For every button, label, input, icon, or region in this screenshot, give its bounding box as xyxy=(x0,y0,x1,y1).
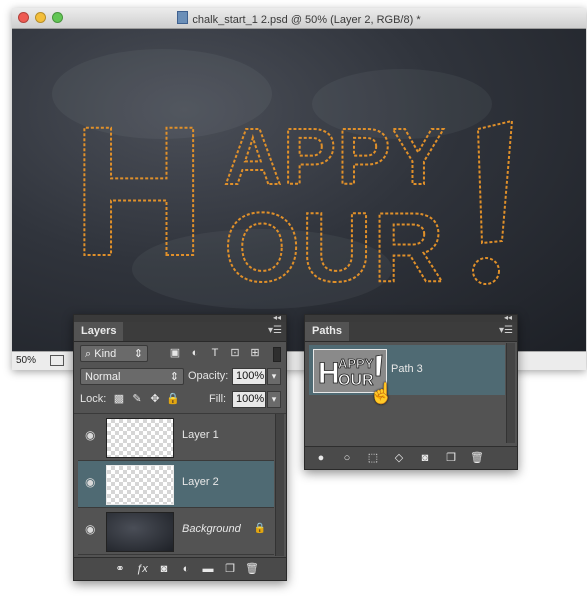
chalk-artwork: H APPY OUR xyxy=(71,88,514,303)
artwork-line2: OUR xyxy=(224,192,445,302)
path-list: H APPY OUR Path 3 ☝ xyxy=(305,343,517,443)
shape-filter-icon[interactable]: ⊡ xyxy=(228,346,242,360)
layers-panel: ◂◂ Layers ▾☰ ⌕ Kind ⇕ ▣ ◐ T ⊡ ⊞ Normal ⇕… xyxy=(73,313,287,581)
fill-path-icon[interactable]: ● xyxy=(313,451,329,465)
visibility-eye-icon[interactable]: ◉ xyxy=(85,476,97,488)
layers-panel-header: Layers ▾☰ xyxy=(74,322,286,342)
document-titlebar: chalk_start_1 2.psd @ 50% (Layer 2, RGB/… xyxy=(12,8,586,29)
hand-cursor-icon: ☝ xyxy=(369,383,394,405)
filter-kind-value: Kind xyxy=(94,348,117,360)
add-mask-icon[interactable]: ◙ xyxy=(156,562,172,576)
search-icon: ⌕ xyxy=(85,348,92,360)
panel-topbar: ◂◂ xyxy=(74,313,286,322)
layer-thumbnail xyxy=(106,512,174,552)
document-canvas[interactable]: H APPY OUR xyxy=(12,29,586,352)
lock-all-icon[interactable]: 🔒 xyxy=(166,392,180,406)
updown-arrows-icon: ⇕ xyxy=(169,371,179,383)
tab-layers[interactable]: Layers xyxy=(74,322,124,341)
blend-mode-select[interactable]: Normal ⇕ xyxy=(80,368,184,385)
pixel-filter-icon[interactable]: ▣ xyxy=(168,346,182,360)
layer-row-background[interactable]: ◉ Background 🔒 xyxy=(78,508,274,555)
paths-panel: ◂◂ Paths ▾☰ H APPY OUR Path 3 ☝ ● ○ ⬚ ◇ … xyxy=(304,313,518,470)
layer-thumbnail xyxy=(106,418,174,458)
opacity-slider-button[interactable]: ▾ xyxy=(267,368,281,385)
type-filter-icon[interactable]: T xyxy=(208,346,222,360)
thumb-line1: APPY xyxy=(338,356,374,371)
document-title-text: chalk_start_1 2.psd @ 50% (Layer 2, RGB/… xyxy=(192,14,421,26)
layers-panel-footer: ⚭ ƒx ◙ ◐ ▬ ❐ 🗑 xyxy=(74,557,286,580)
make-work-path-icon[interactable]: ◇ xyxy=(391,451,407,465)
layer-lock-icon: 🔒 xyxy=(253,523,266,534)
zoom-level[interactable]: 50% xyxy=(16,355,36,366)
layer-row-layer-1[interactable]: ◉ Layer 1 xyxy=(78,414,274,461)
paths-panel-header: Paths ▾☰ xyxy=(305,322,517,342)
smart-object-filter-icon[interactable]: ⊞ xyxy=(248,346,262,360)
new-adjustment-layer-icon[interactable]: ◐ xyxy=(178,562,194,576)
new-layer-icon[interactable]: ❐ xyxy=(222,562,238,576)
collapse-panel-icon[interactable]: ◂◂ xyxy=(273,313,281,322)
lock-label: Lock: xyxy=(80,393,107,405)
thumb-h-glyph: H xyxy=(318,357,340,390)
collapse-panel-icon[interactable]: ◂◂ xyxy=(504,313,512,322)
delete-path-icon[interactable]: 🗑 xyxy=(469,451,485,465)
link-layers-icon[interactable]: ⚭ xyxy=(112,562,128,576)
psd-file-icon xyxy=(177,11,189,24)
tab-paths[interactable]: Paths xyxy=(305,322,349,341)
layer-row-layer-2[interactable]: ◉ Layer 2 xyxy=(78,461,274,508)
layer-name: Layer 1 xyxy=(182,429,219,441)
filter-kind-select[interactable]: ⌕ Kind ⇕ xyxy=(80,345,148,362)
opacity-label: Opacity: xyxy=(188,370,229,382)
fill-label: Fill: xyxy=(209,393,227,405)
artwork-exclaim-dot xyxy=(472,257,500,285)
opacity-field[interactable]: 100% xyxy=(232,368,266,385)
add-mask-icon[interactable]: ◙ xyxy=(417,451,433,465)
artwork-line1: APPY xyxy=(224,112,446,201)
filter-toggle-switch[interactable] xyxy=(273,347,281,362)
thumb-exclaim xyxy=(375,354,383,377)
updown-arrows-icon: ⇕ xyxy=(133,348,143,360)
lock-row: Lock: ▩ ✎ ✥ 🔒 Fill: 100% ▾ xyxy=(78,391,282,411)
layer-name: Layer 2 xyxy=(182,476,219,488)
artwork-exclaim-bar xyxy=(476,119,514,245)
blend-row: Normal ⇕ Opacity: 100% ▾ xyxy=(78,368,282,388)
new-group-icon[interactable]: ▬ xyxy=(200,562,216,576)
adjustment-filter-icon[interactable]: ◐ xyxy=(188,346,202,360)
delete-layer-icon[interactable]: 🗑 xyxy=(244,562,260,576)
load-path-as-selection-icon[interactable]: ⬚ xyxy=(365,451,381,465)
layer-filter-row: ⌕ Kind ⇕ ▣ ◐ T ⊡ ⊞ xyxy=(78,345,282,365)
artwork-h-glyph: H xyxy=(72,89,206,295)
stroke-path-icon[interactable]: ○ xyxy=(339,451,355,465)
fill-slider-button[interactable]: ▾ xyxy=(267,391,281,408)
lock-image-pixels-icon[interactable]: ✎ xyxy=(130,392,144,406)
document-info-icon[interactable] xyxy=(50,355,64,366)
panel-menu-icon[interactable]: ▾☰ xyxy=(499,325,513,336)
blend-mode-value: Normal xyxy=(85,371,121,383)
lock-position-icon[interactable]: ✥ xyxy=(148,392,162,406)
document-title: chalk_start_1 2.psd @ 50% (Layer 2, RGB/… xyxy=(12,11,586,26)
layer-thumbnail xyxy=(106,465,174,505)
layer-list: ◉ Layer 1 ◉ Layer 2 ◉ Background 🔒 xyxy=(74,413,286,558)
layer-name: Background xyxy=(182,523,241,535)
panel-topbar: ◂◂ xyxy=(305,313,517,322)
path-name: Path 3 xyxy=(391,363,423,375)
visibility-eye-icon[interactable]: ◉ xyxy=(85,523,97,535)
paths-panel-footer: ● ○ ⬚ ◇ ◙ ❐ 🗑 xyxy=(305,446,517,469)
path-row-path-3[interactable]: H APPY OUR Path 3 xyxy=(309,345,505,395)
layers-scrollbar[interactable] xyxy=(275,414,284,556)
fill-field[interactable]: 100% xyxy=(232,391,266,408)
paths-scrollbar[interactable] xyxy=(506,343,515,443)
panel-menu-icon[interactable]: ▾☰ xyxy=(268,325,282,336)
visibility-eye-icon[interactable]: ◉ xyxy=(85,429,97,441)
new-path-icon[interactable]: ❐ xyxy=(443,451,459,465)
layer-style-icon[interactable]: ƒx xyxy=(134,562,150,576)
lock-transparent-pixels-icon[interactable]: ▩ xyxy=(112,392,126,406)
